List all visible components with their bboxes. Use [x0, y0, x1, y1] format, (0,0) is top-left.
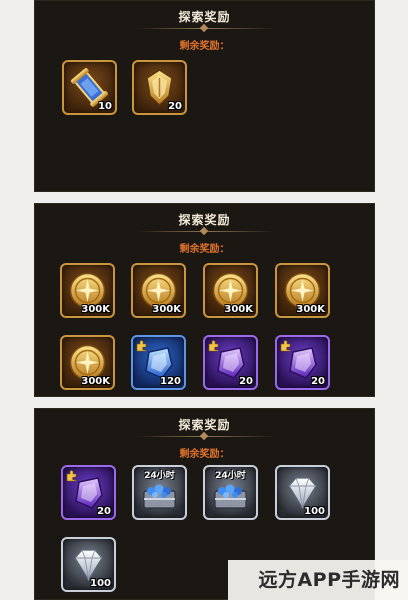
panel-title: 探索奖励 — [178, 213, 231, 227]
reward-item-gem-chest[interactable]: 24小时 — [132, 465, 187, 520]
puzzle-piece-icon — [66, 470, 77, 482]
item-quantity: 300K — [81, 304, 110, 315]
reward-item-purple-shard[interactable]: 20 — [275, 335, 330, 390]
puzzle-piece-icon — [280, 340, 291, 352]
item-quantity: 20 — [97, 506, 111, 517]
reward-panel-1: 探索奖励 剩余奖励： 10 20 — [34, 0, 375, 192]
reward-item-gold[interactable]: 300K — [60, 263, 115, 318]
puzzle-piece-icon — [208, 340, 219, 352]
reward-item-gold[interactable]: 300K — [203, 263, 258, 318]
remaining-rewards-label: 剩余奖励： — [179, 449, 230, 460]
reward-item-diamond[interactable]: 100 — [61, 537, 116, 592]
title-divider — [135, 431, 275, 441]
reward-item-gold[interactable]: 300K — [131, 263, 186, 318]
reward-item-purple-shard[interactable]: 20 — [61, 465, 116, 520]
panel-title: 探索奖励 — [178, 10, 231, 24]
item-quantity: 100 — [304, 506, 325, 517]
item-quantity: 300K — [81, 376, 110, 387]
remaining-rewards-label: 剩余奖励： — [179, 244, 230, 255]
item-quantity: 20 — [239, 376, 253, 387]
title-divider — [135, 226, 275, 236]
reward-item-purple-shard[interactable]: 20 — [203, 335, 258, 390]
reward-panel-2: 探索奖励 剩余奖励： 300K 300K 300K 300K 300K 120 … — [34, 203, 375, 397]
duration-label: 24小时 — [215, 471, 246, 481]
item-quantity: 20 — [311, 376, 325, 387]
item-quantity: 300K — [224, 304, 253, 315]
panel-title: 探索奖励 — [178, 418, 231, 432]
item-quantity: 20 — [168, 101, 182, 112]
reward-item-gold[interactable]: 300K — [60, 335, 115, 390]
site-watermark: 远方APP手游网 — [228, 560, 408, 600]
reward-item-gem-chest[interactable]: 24小时 — [203, 465, 258, 520]
item-quantity: 10 — [98, 101, 112, 112]
reward-item-blue-shard[interactable]: 120 — [131, 335, 186, 390]
title-divider — [135, 23, 275, 33]
reward-item-gold[interactable]: 300K — [275, 263, 330, 318]
reward-item-shield[interactable]: 20 — [132, 60, 187, 115]
item-quantity: 300K — [296, 304, 325, 315]
item-quantity: 100 — [90, 578, 111, 589]
remaining-rewards-label: 剩余奖励： — [179, 41, 230, 52]
reward-item-diamond[interactable]: 100 — [275, 465, 330, 520]
item-quantity: 120 — [160, 376, 181, 387]
reward-item-scroll[interactable]: 10 — [62, 60, 117, 115]
puzzle-piece-icon — [136, 340, 147, 352]
duration-label: 24小时 — [144, 471, 175, 481]
item-quantity: 300K — [152, 304, 181, 315]
